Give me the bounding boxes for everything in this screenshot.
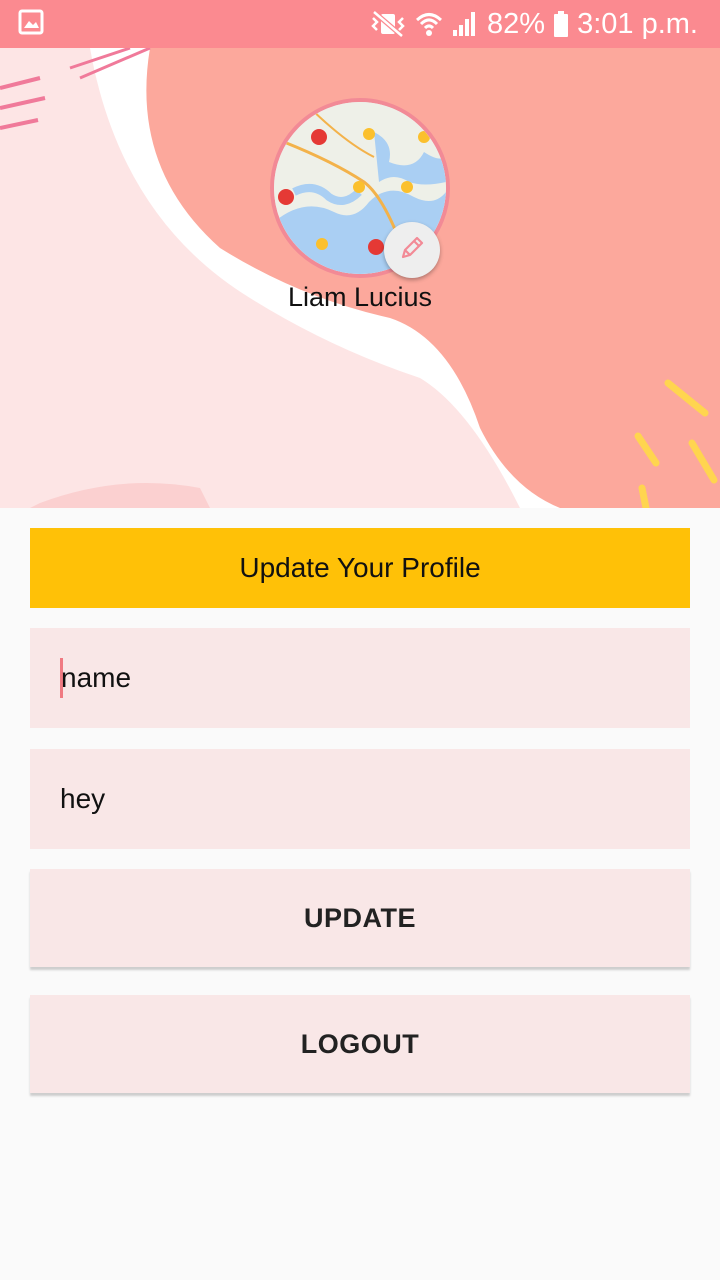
status-bar: 82% 3:01 p.m. bbox=[0, 0, 720, 48]
battery-icon bbox=[553, 10, 569, 38]
name-input-value: name bbox=[61, 662, 132, 693]
pencil-icon bbox=[397, 233, 427, 268]
gallery-icon bbox=[18, 9, 44, 40]
vibrate-icon bbox=[369, 9, 407, 39]
profile-name: Liam Lucius bbox=[287, 282, 433, 312]
wifi-icon bbox=[415, 10, 443, 38]
name-input[interactable]: name bbox=[30, 628, 690, 728]
update-profile-banner: Update Your Profile bbox=[30, 528, 690, 608]
logout-button[interactable]: LOGOUT bbox=[30, 995, 690, 1093]
status-input-value: hey bbox=[60, 783, 106, 814]
status-input[interactable]: hey bbox=[30, 749, 690, 849]
profile-header: Liam Lucius bbox=[0, 48, 720, 508]
clock: 3:01 p.m. bbox=[577, 7, 698, 40]
update-button[interactable]: UPDATE bbox=[30, 869, 690, 967]
battery-percent: 82% bbox=[487, 7, 546, 40]
edit-avatar-button[interactable] bbox=[384, 222, 440, 278]
signal-icon bbox=[451, 10, 479, 38]
